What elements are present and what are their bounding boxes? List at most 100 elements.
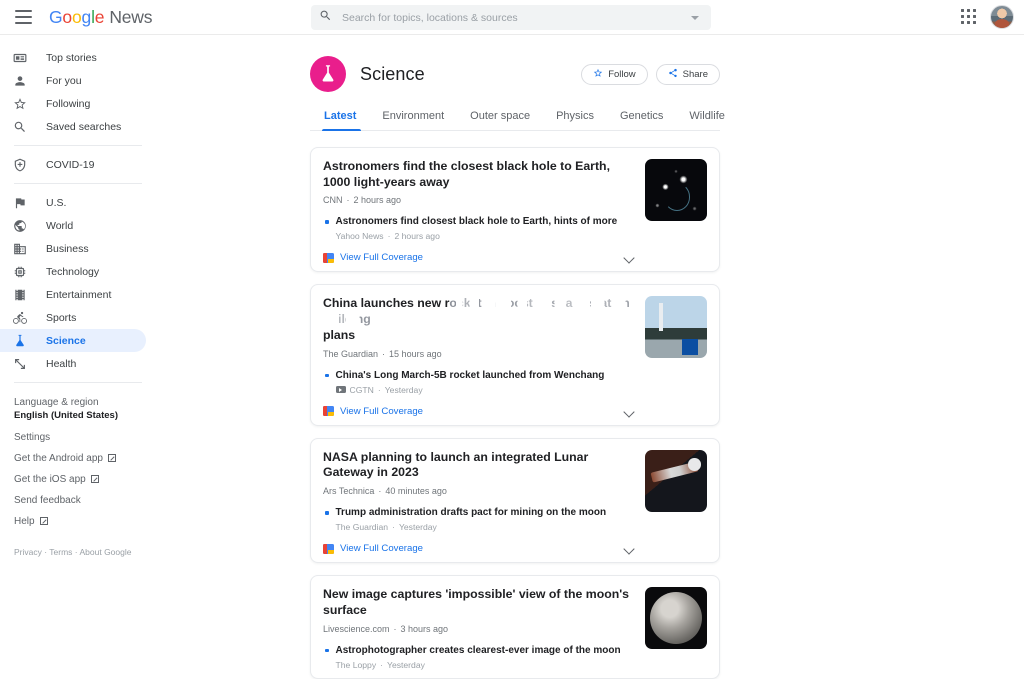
related-timestamp: Yesterday bbox=[387, 660, 425, 670]
article-source-line: CNN · 2 hours ago bbox=[323, 195, 635, 205]
privacy-terms-line[interactable]: Privacy · Terms · About Google bbox=[14, 547, 131, 557]
google-news-logo[interactable]: GoogleNews bbox=[49, 7, 152, 28]
star-outline-icon bbox=[12, 96, 28, 112]
article-card[interactable]: NASA planning to launch an integrated Lu… bbox=[310, 438, 720, 563]
view-full-coverage-link[interactable]: View Full Coverage bbox=[323, 252, 423, 263]
caret-down-icon[interactable] bbox=[691, 16, 699, 20]
tab-outer-space[interactable]: Outer space bbox=[457, 110, 543, 130]
article-source: The Guardian bbox=[323, 349, 378, 359]
separator: · bbox=[380, 660, 383, 670]
avatar[interactable] bbox=[990, 5, 1014, 29]
view-full-coverage-link[interactable]: View Full Coverage bbox=[323, 406, 423, 417]
sidebar-item-technology[interactable]: Technology bbox=[0, 260, 146, 283]
separator: · bbox=[388, 231, 391, 241]
sidebar-item-label: World bbox=[46, 220, 73, 232]
article-card[interactable]: China launches new rocket in boost to sp… bbox=[310, 284, 720, 425]
tab-wildlife[interactable]: Wildlife bbox=[676, 110, 737, 130]
coverage-row: View Full Coverage bbox=[323, 543, 635, 554]
sidebar-item-us[interactable]: U.S. bbox=[0, 191, 146, 214]
article-source-line: The Guardian · 15 hours ago bbox=[323, 349, 635, 359]
help-link[interactable]: Help bbox=[14, 516, 156, 527]
sidebar-item-top-stories[interactable]: Top stories bbox=[0, 46, 146, 69]
sidebar-item-label: Top stories bbox=[46, 52, 97, 64]
android-app-link[interactable]: Get the Android app bbox=[14, 453, 156, 464]
sidebar-item-health[interactable]: Health bbox=[0, 352, 146, 375]
article-timestamp: 3 hours ago bbox=[401, 624, 449, 634]
bullet-icon bbox=[325, 511, 329, 515]
article-card[interactable]: Astronomers find the closest black hole … bbox=[310, 147, 720, 272]
search-bar[interactable] bbox=[311, 5, 711, 30]
sidebar-footer: Language & region English (United States… bbox=[0, 390, 156, 527]
language-region-setting[interactable]: Language & region English (United States… bbox=[14, 396, 156, 422]
related-article[interactable]: Astronomers find closest black hole to E… bbox=[323, 215, 635, 241]
article-headline[interactable]: China launches new rocket in boost to sp… bbox=[323, 296, 635, 343]
google-apps-grid-icon[interactable] bbox=[960, 8, 978, 26]
related-source: Yahoo News bbox=[336, 231, 384, 241]
search-input[interactable] bbox=[342, 12, 691, 24]
article-thumbnail[interactable] bbox=[645, 587, 707, 649]
chevron-down-icon[interactable] bbox=[624, 406, 635, 417]
article-thumbnail[interactable] bbox=[645, 296, 707, 358]
related-timestamp: Yesterday bbox=[385, 385, 423, 395]
view-full-coverage-link[interactable]: View Full Coverage bbox=[323, 543, 423, 554]
article-thumbnail[interactable] bbox=[645, 159, 707, 221]
hamburger-menu-icon[interactable] bbox=[12, 5, 36, 29]
related-article[interactable]: Astrophotographer creates clearest-ever … bbox=[323, 644, 635, 670]
search-icon bbox=[12, 119, 28, 135]
related-article[interactable]: Trump administration drafts pact for min… bbox=[323, 506, 635, 532]
article-headline[interactable]: NASA planning to launch an integrated Lu… bbox=[323, 450, 635, 481]
shield-plus-icon bbox=[12, 157, 28, 173]
sidebar-item-sports[interactable]: Sports bbox=[0, 306, 146, 329]
sidebar-item-covid-19[interactable]: COVID-19 bbox=[0, 153, 146, 176]
topic-actions: Follow Share bbox=[581, 64, 720, 85]
film-strip-icon bbox=[12, 287, 28, 303]
article-source: CNN bbox=[323, 195, 343, 205]
sidebar-divider bbox=[14, 382, 142, 383]
article-headline[interactable]: New image captures 'impossible' view of … bbox=[323, 587, 635, 618]
related-headline[interactable]: Trump administration drafts pact for min… bbox=[336, 506, 607, 519]
sidebar-item-business[interactable]: Business bbox=[0, 237, 146, 260]
chevron-down-icon[interactable] bbox=[624, 543, 635, 554]
settings-link[interactable]: Settings bbox=[14, 432, 156, 443]
article-card[interactable]: New image captures 'impossible' view of … bbox=[310, 575, 720, 678]
tab-physics[interactable]: Physics bbox=[543, 110, 607, 130]
external-link-icon bbox=[40, 517, 48, 525]
separator: · bbox=[394, 624, 397, 634]
article-timestamp: 15 hours ago bbox=[389, 349, 442, 359]
tab-latest[interactable]: Latest bbox=[314, 110, 369, 130]
related-article[interactable]: China's Long March-5B rocket launched fr… bbox=[323, 369, 635, 395]
sidebar-item-label: Sports bbox=[46, 312, 76, 324]
external-link-icon bbox=[91, 475, 99, 483]
article-headline[interactable]: Astronomers find the closest black hole … bbox=[323, 159, 635, 190]
topic-header: Science Follow Share bbox=[300, 36, 730, 92]
share-button[interactable]: Share bbox=[656, 64, 720, 85]
top-app-bar: GoogleNews bbox=[0, 0, 1024, 35]
sidebar-item-saved-searches[interactable]: Saved searches bbox=[0, 115, 146, 138]
sidebar-item-label: COVID-19 bbox=[46, 159, 94, 171]
sidebar-item-label: Science bbox=[46, 335, 86, 347]
sidebar-item-for-you[interactable]: For you bbox=[0, 69, 146, 92]
follow-button[interactable]: Follow bbox=[581, 64, 647, 85]
sidebar-item-label: U.S. bbox=[46, 197, 66, 209]
article-thumbnail[interactable] bbox=[645, 450, 707, 512]
related-headline[interactable]: Astrophotographer creates clearest-ever … bbox=[336, 644, 621, 657]
sidebar-item-label: Technology bbox=[46, 266, 99, 278]
tab-genetics[interactable]: Genetics bbox=[607, 110, 676, 130]
article-timestamp: 40 minutes ago bbox=[385, 486, 447, 496]
tab-environment[interactable]: Environment bbox=[369, 110, 457, 130]
send-feedback-link[interactable]: Send feedback bbox=[14, 495, 156, 506]
related-headline[interactable]: Astronomers find closest black hole to E… bbox=[336, 215, 618, 228]
article-source: Ars Technica bbox=[323, 486, 374, 496]
ios-app-label: Get the iOS app bbox=[14, 474, 86, 485]
related-source: The Loppy bbox=[336, 660, 377, 670]
google-news-icon bbox=[323, 544, 334, 554]
related-headline[interactable]: China's Long March-5B rocket launched fr… bbox=[336, 369, 605, 382]
article-timestamp: 2 hours ago bbox=[354, 195, 402, 205]
sidebar-item-label: Saved searches bbox=[46, 121, 121, 133]
sidebar-item-world[interactable]: World bbox=[0, 214, 146, 237]
ios-app-link[interactable]: Get the iOS app bbox=[14, 474, 156, 485]
sidebar-item-following[interactable]: Following bbox=[0, 92, 146, 115]
chevron-down-icon[interactable] bbox=[624, 252, 635, 263]
sidebar-item-entertainment[interactable]: Entertainment bbox=[0, 283, 146, 306]
sidebar-item-science[interactable]: Science bbox=[0, 329, 146, 352]
